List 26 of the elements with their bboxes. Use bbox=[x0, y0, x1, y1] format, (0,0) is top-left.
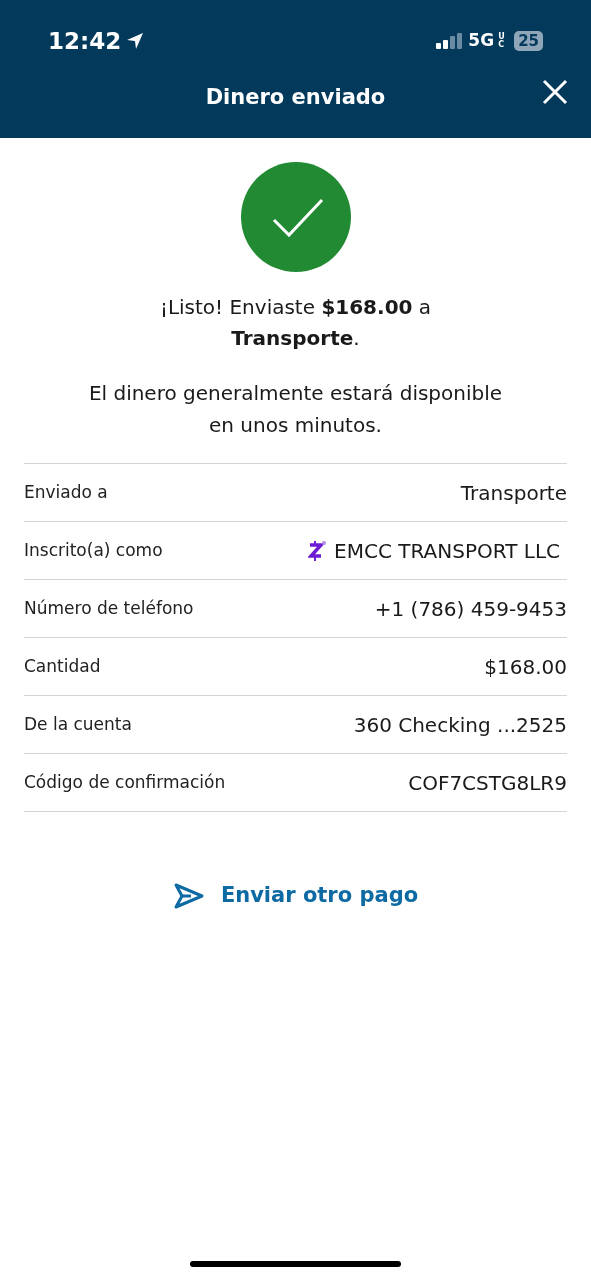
detail-value: $168.00 bbox=[484, 653, 567, 681]
detail-value: COF7CSTG8LR9 bbox=[408, 769, 567, 797]
availability-note: El dinero generalmente estará disponible en unos minutos. bbox=[87, 380, 504, 439]
detail-value: 360 Checking ...2525 bbox=[353, 711, 567, 739]
zelle-logo-icon bbox=[308, 539, 327, 562]
location-icon bbox=[125, 31, 146, 51]
battery-icon: 25 bbox=[514, 31, 543, 51]
send-icon bbox=[172, 881, 205, 910]
network-label: 5G bbox=[468, 29, 495, 53]
detail-value: EMCC TRANSPORT LLC bbox=[334, 537, 560, 565]
success-check-icon bbox=[240, 162, 351, 272]
detail-label: Inscrito(a) como bbox=[24, 538, 163, 562]
detail-label: De la cuenta bbox=[24, 712, 132, 736]
detail-label: Enviado a bbox=[24, 480, 108, 504]
status-time: 12:42 bbox=[48, 26, 122, 56]
detail-value: +1 (786) 459-9453 bbox=[374, 595, 567, 623]
detail-label: Número de teléfono bbox=[24, 596, 194, 620]
close-button[interactable] bbox=[541, 78, 569, 106]
detail-label: Código de confirmación bbox=[24, 770, 226, 794]
success-message: ¡Listo! Enviaste $168.00 a Transporte. bbox=[158, 294, 433, 352]
network-suffix-label: UC bbox=[498, 33, 506, 49]
signal-icon bbox=[436, 33, 465, 49]
detail-label: Cantidad bbox=[24, 654, 101, 678]
detail-value: Transporte bbox=[460, 479, 567, 507]
send-another-payment-link[interactable]: Enviar otro pago bbox=[172, 880, 419, 912]
header-title: Dinero enviado bbox=[205, 84, 386, 112]
